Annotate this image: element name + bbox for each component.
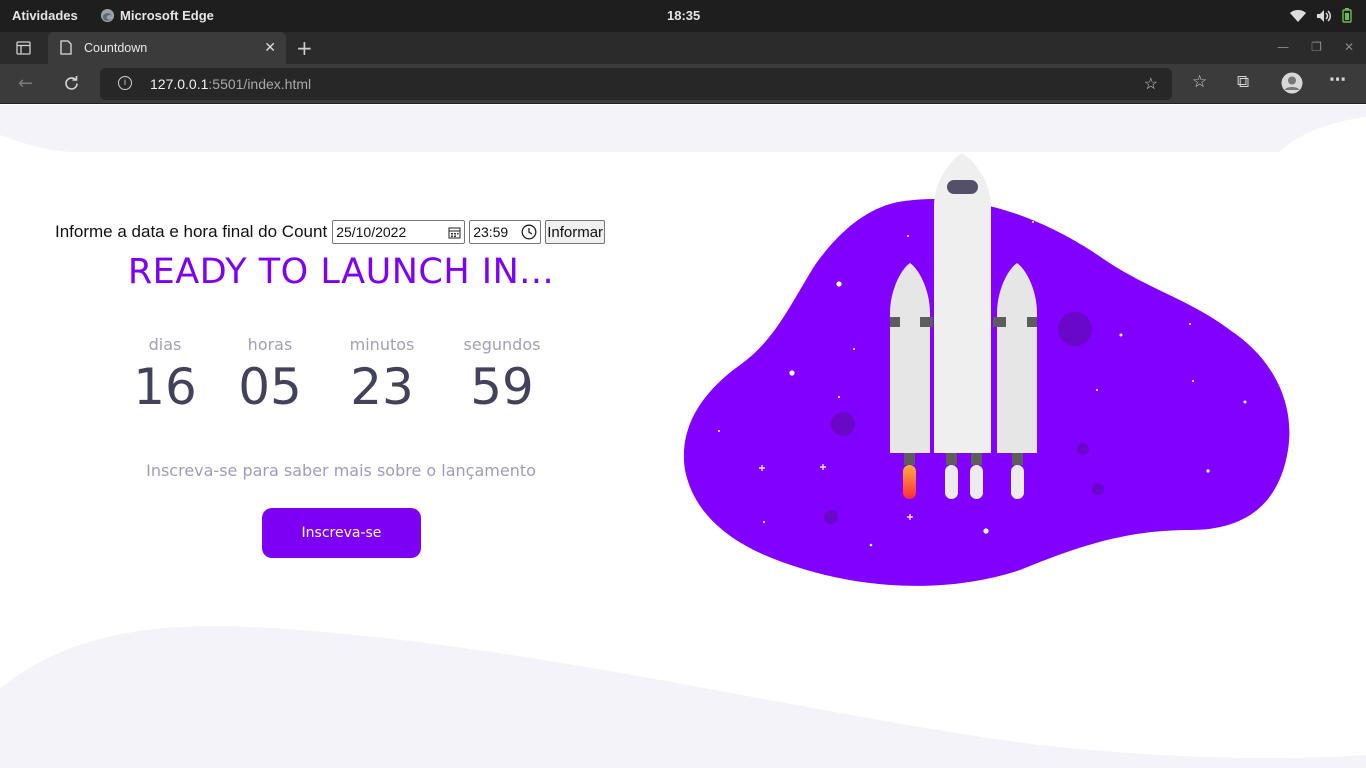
page-icon [60,40,72,55]
battery-icon [1342,8,1352,23]
tab-bar: Countdown ✕ + — ❐ ✕ [0,32,1366,64]
tab-actions-icon[interactable] [16,41,31,55]
page-content: Informe a data e hora final do Count 25/… [0,105,1366,768]
tab-countdown[interactable]: Countdown ✕ [48,32,286,64]
system-top-bar: Atividades Microsoft Edge 18:35 [0,0,1366,32]
app-name: Microsoft Edge [120,8,214,23]
app-menu[interactable]: Microsoft Edge [100,8,214,23]
more-menu-icon[interactable]: ⋯ [1329,70,1346,90]
edge-icon [100,8,115,23]
window-controls: — ❐ ✕ [1277,40,1354,54]
site-info-icon[interactable]: i [118,76,132,90]
system-tray[interactable] [1290,8,1352,23]
back-icon[interactable]: ← [18,73,33,94]
add-favorite-icon[interactable]: ☆ [1144,74,1158,94]
profile-avatar-icon[interactable] [1281,72,1303,94]
restore-icon[interactable]: ❐ [1311,40,1322,54]
favorites-icon[interactable]: ☆ [1192,72,1207,92]
refresh-icon[interactable] [63,75,80,92]
tab-title: Countdown [84,41,148,55]
close-window-icon[interactable]: ✕ [1344,40,1354,54]
collections-icon[interactable]: ⧉ [1237,72,1249,92]
volume-icon [1317,9,1331,22]
minimize-icon[interactable]: — [1277,40,1289,54]
close-tab-icon[interactable]: ✕ [264,39,276,56]
url-text: 127.0.0.1:5501/index.html [150,76,312,92]
wifi-icon [1290,9,1306,22]
address-bar[interactable]: i 127.0.0.1:5501/index.html ☆ [100,68,1172,100]
rocket-illustration [683,153,1290,586]
browser-toolbar: ← i 127.0.0.1:5501/index.html ☆ ☆ ⧉ ⋯ [0,64,1366,104]
activities-button[interactable]: Atividades [12,8,78,23]
new-tab-icon[interactable]: + [296,36,313,60]
clock[interactable]: 18:35 [667,8,700,23]
